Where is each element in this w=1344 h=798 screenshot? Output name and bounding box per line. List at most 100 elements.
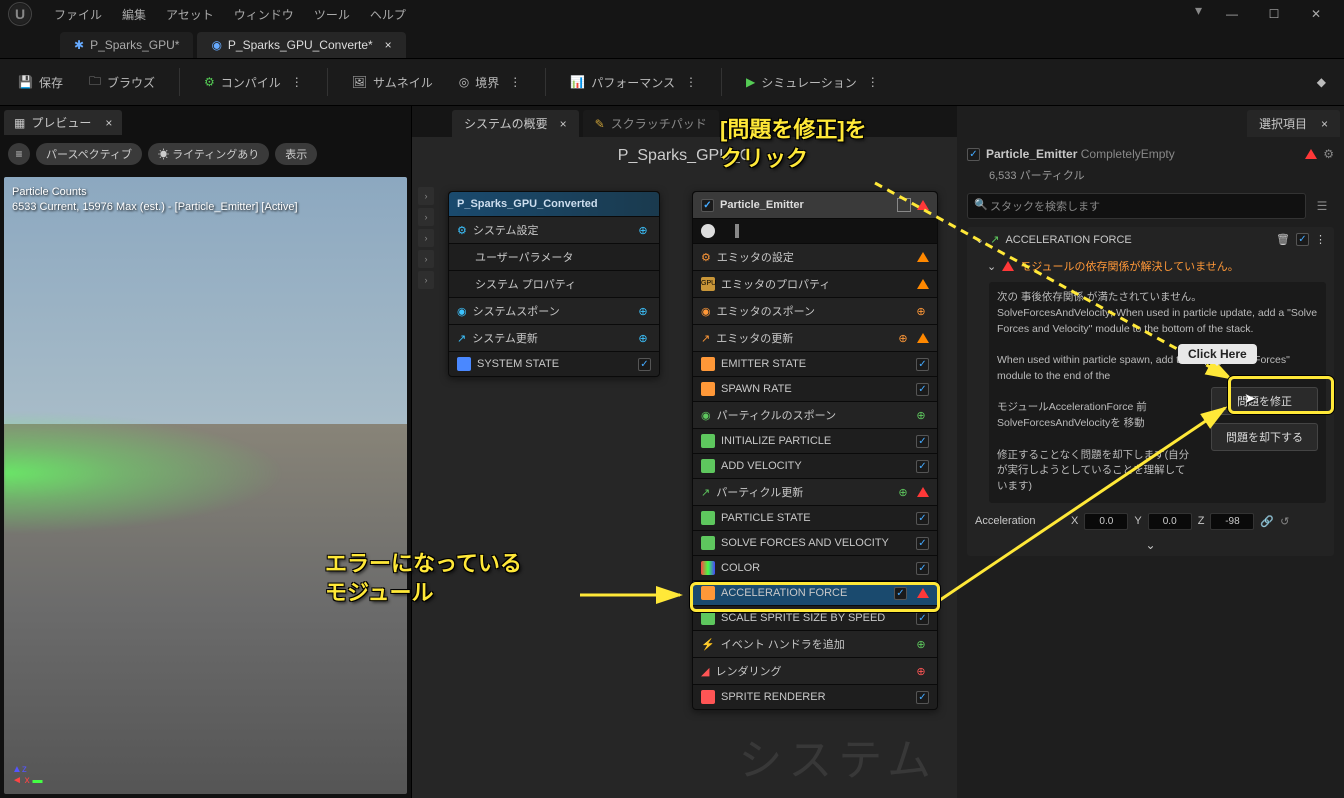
row-user-params[interactable]: ユーザーパラメータ: [449, 243, 659, 270]
close-icon[interactable]: ×: [385, 38, 392, 52]
y-input[interactable]: [1148, 513, 1192, 530]
compile-button[interactable]: ⚙コンパイル⋮: [194, 68, 313, 97]
row-event-handler[interactable]: ⚡イベント ハンドラを追加⊕: [693, 630, 937, 657]
menu-help[interactable]: ヘルプ: [360, 2, 416, 27]
menu-edit[interactable]: 編集: [112, 2, 156, 27]
add-icon[interactable]: ⊕: [635, 222, 651, 238]
collapse-toggle[interactable]: ›: [418, 250, 434, 268]
expand-icon[interactable]: ⌄: [967, 534, 1334, 556]
checkbox[interactable]: [916, 460, 929, 473]
row-initialize-particle[interactable]: INITIALIZE PARTICLE: [693, 428, 937, 453]
checkbox[interactable]: [916, 612, 929, 625]
gear-icon[interactable]: ⚙: [1323, 147, 1334, 161]
row-acceleration-force[interactable]: ACCELERATION FORCE: [693, 580, 937, 605]
menu-file[interactable]: ファイル: [44, 2, 112, 27]
checkbox[interactable]: [638, 358, 651, 371]
checkbox[interactable]: [967, 148, 980, 161]
collapse-toggle[interactable]: ›: [418, 187, 434, 205]
window-maximize[interactable]: ☐: [1254, 2, 1294, 26]
fix-issue-button[interactable]: 問題を修正: [1211, 387, 1318, 415]
doc-tab-1[interactable]: ✱ P_Sparks_GPU*: [60, 32, 193, 58]
chevron-down-icon[interactable]: ⋮: [685, 75, 697, 89]
add-icon[interactable]: ⊕: [895, 330, 911, 346]
checkbox[interactable]: [916, 358, 929, 371]
scratchpad-tab[interactable]: ✎スクラッチパッド: [583, 110, 719, 137]
row-particle-state[interactable]: PARTICLE STATE: [693, 505, 937, 530]
system-node-header[interactable]: P_Sparks_GPU_Converted: [449, 192, 659, 216]
performance-button[interactable]: 📊パフォーマンス⋮: [560, 68, 707, 97]
collapse-toggle[interactable]: ›: [418, 208, 434, 226]
add-icon[interactable]: ⊕: [635, 303, 651, 319]
collapse-toggle[interactable]: ›: [418, 229, 434, 247]
checkbox[interactable]: [916, 562, 929, 575]
close-icon[interactable]: ×: [105, 116, 112, 130]
filter-icon[interactable]: ☰: [1310, 193, 1334, 219]
chevron-down-icon[interactable]: ⋮: [867, 75, 879, 89]
row-emitter-update[interactable]: ↗エミッタの更新⊕: [693, 324, 937, 351]
search-input[interactable]: 🔍スタックを検索します: [967, 193, 1306, 219]
add-icon[interactable]: ⊕: [635, 330, 651, 346]
row-particle-update[interactable]: ↗パーティクル更新⊕: [693, 478, 937, 505]
row-rendering[interactable]: ◢レンダリング⊕: [693, 657, 937, 684]
checkbox[interactable]: [916, 435, 929, 448]
row-spawn-rate[interactable]: SPAWN RATE: [693, 376, 937, 401]
row-particle-spawn[interactable]: ◉パーティクルのスポーン⊕: [693, 401, 937, 428]
add-icon[interactable]: ⊕: [913, 303, 929, 319]
browse-button[interactable]: 🗀ブラウズ: [79, 66, 165, 99]
overview-graph[interactable]: P_Sparks_GPU_C システム › › › › › P_Sparks_G…: [412, 137, 957, 798]
viewport[interactable]: Particle Counts 6533 Current, 15976 Max …: [4, 177, 407, 794]
add-icon[interactable]: ⊕: [913, 636, 929, 652]
menu-tool[interactable]: ツール: [304, 2, 360, 27]
emitter-node[interactable]: Particle_Emitter ⚙エミッタの設定 GPUエミッタのプロパティ …: [692, 191, 938, 710]
chevron-down-icon[interactable]: ⌄: [987, 260, 996, 273]
overview-tab[interactable]: システムの概要×: [452, 110, 579, 137]
reset-icon[interactable]: ↺: [1280, 515, 1289, 528]
row-emitter-settings[interactable]: ⚙エミッタの設定: [693, 243, 937, 270]
chevron-down-icon[interactable]: ⋮: [509, 75, 521, 89]
row-sprite-renderer[interactable]: SPRITE RENDERER: [693, 684, 937, 709]
row-system-update[interactable]: ↗システム更新⊕: [449, 324, 659, 351]
simulation-button[interactable]: ▶シミュレーション⋮: [736, 68, 889, 97]
close-icon[interactable]: ×: [1321, 117, 1328, 131]
checkbox[interactable]: [894, 587, 907, 600]
row-solve-forces[interactable]: SOLVE FORCES AND VELOCITY: [693, 530, 937, 555]
doc-tab-2[interactable]: ◉ P_Sparks_GPU_Converte* ×: [197, 32, 405, 58]
checkbox[interactable]: [1296, 233, 1309, 246]
selection-tab[interactable]: 選択項目×: [1247, 110, 1340, 137]
z-input[interactable]: [1210, 513, 1254, 530]
trash-icon[interactable]: 🗑: [1276, 233, 1290, 246]
checkbox[interactable]: [701, 199, 714, 212]
emitter-thumbnail[interactable]: [693, 218, 937, 243]
thumbnail-button[interactable]: 🖼サムネイル: [342, 68, 443, 97]
system-node[interactable]: P_Sparks_GPU_Converted ⚙システム設定⊕ ユーザーパラメー…: [448, 191, 660, 377]
link-icon[interactable]: 🔗: [1260, 515, 1274, 528]
add-icon[interactable]: ⊕: [913, 663, 929, 679]
row-system-state[interactable]: SYSTEM STATE: [449, 351, 659, 376]
dependency-warning-header[interactable]: ⌄ モジュールの依存関係が解決していません。: [967, 252, 1334, 280]
row-emitter-state[interactable]: EMITTER STATE: [693, 351, 937, 376]
graph-mode-icon[interactable]: ◆: [1307, 69, 1336, 95]
stack-section-header[interactable]: ⌄ ↗ ACCELERATION FORCE 🗑 ⋮: [967, 227, 1334, 252]
collapse-toggle[interactable]: ›: [418, 271, 434, 289]
viewport-menu-icon[interactable]: ≡: [8, 143, 30, 165]
perspective-toggle[interactable]: パースペクティブ: [36, 143, 142, 165]
row-add-velocity[interactable]: ADD VELOCITY: [693, 453, 937, 478]
dismiss-issue-button[interactable]: 問題を却下する: [1211, 423, 1318, 451]
chevron-down-icon[interactable]: ⋮: [291, 75, 303, 89]
close-icon[interactable]: ×: [560, 117, 567, 131]
checkbox[interactable]: [916, 512, 929, 525]
menu-icon[interactable]: ⋮: [1315, 233, 1326, 246]
checkbox[interactable]: [916, 537, 929, 550]
add-icon[interactable]: ⊕: [913, 407, 929, 423]
checkbox[interactable]: [916, 383, 929, 396]
menu-window[interactable]: ウィンドウ: [224, 2, 304, 27]
lighting-toggle[interactable]: ☀ ライティングあり: [148, 143, 269, 165]
bounds-button[interactable]: ◎境界⋮: [449, 68, 532, 97]
row-system-settings[interactable]: ⚙システム設定⊕: [449, 216, 659, 243]
checkbox[interactable]: [916, 691, 929, 704]
row-scale-sprite[interactable]: SCALE SPRITE SIZE BY SPEED: [693, 605, 937, 630]
row-emitter-spawn[interactable]: ◉エミッタのスポーン⊕: [693, 297, 937, 324]
window-minimize[interactable]: —: [1212, 2, 1252, 26]
row-system-props[interactable]: システム プロパティ: [449, 270, 659, 297]
row-emitter-props[interactable]: GPUエミッタのプロパティ: [693, 270, 937, 297]
